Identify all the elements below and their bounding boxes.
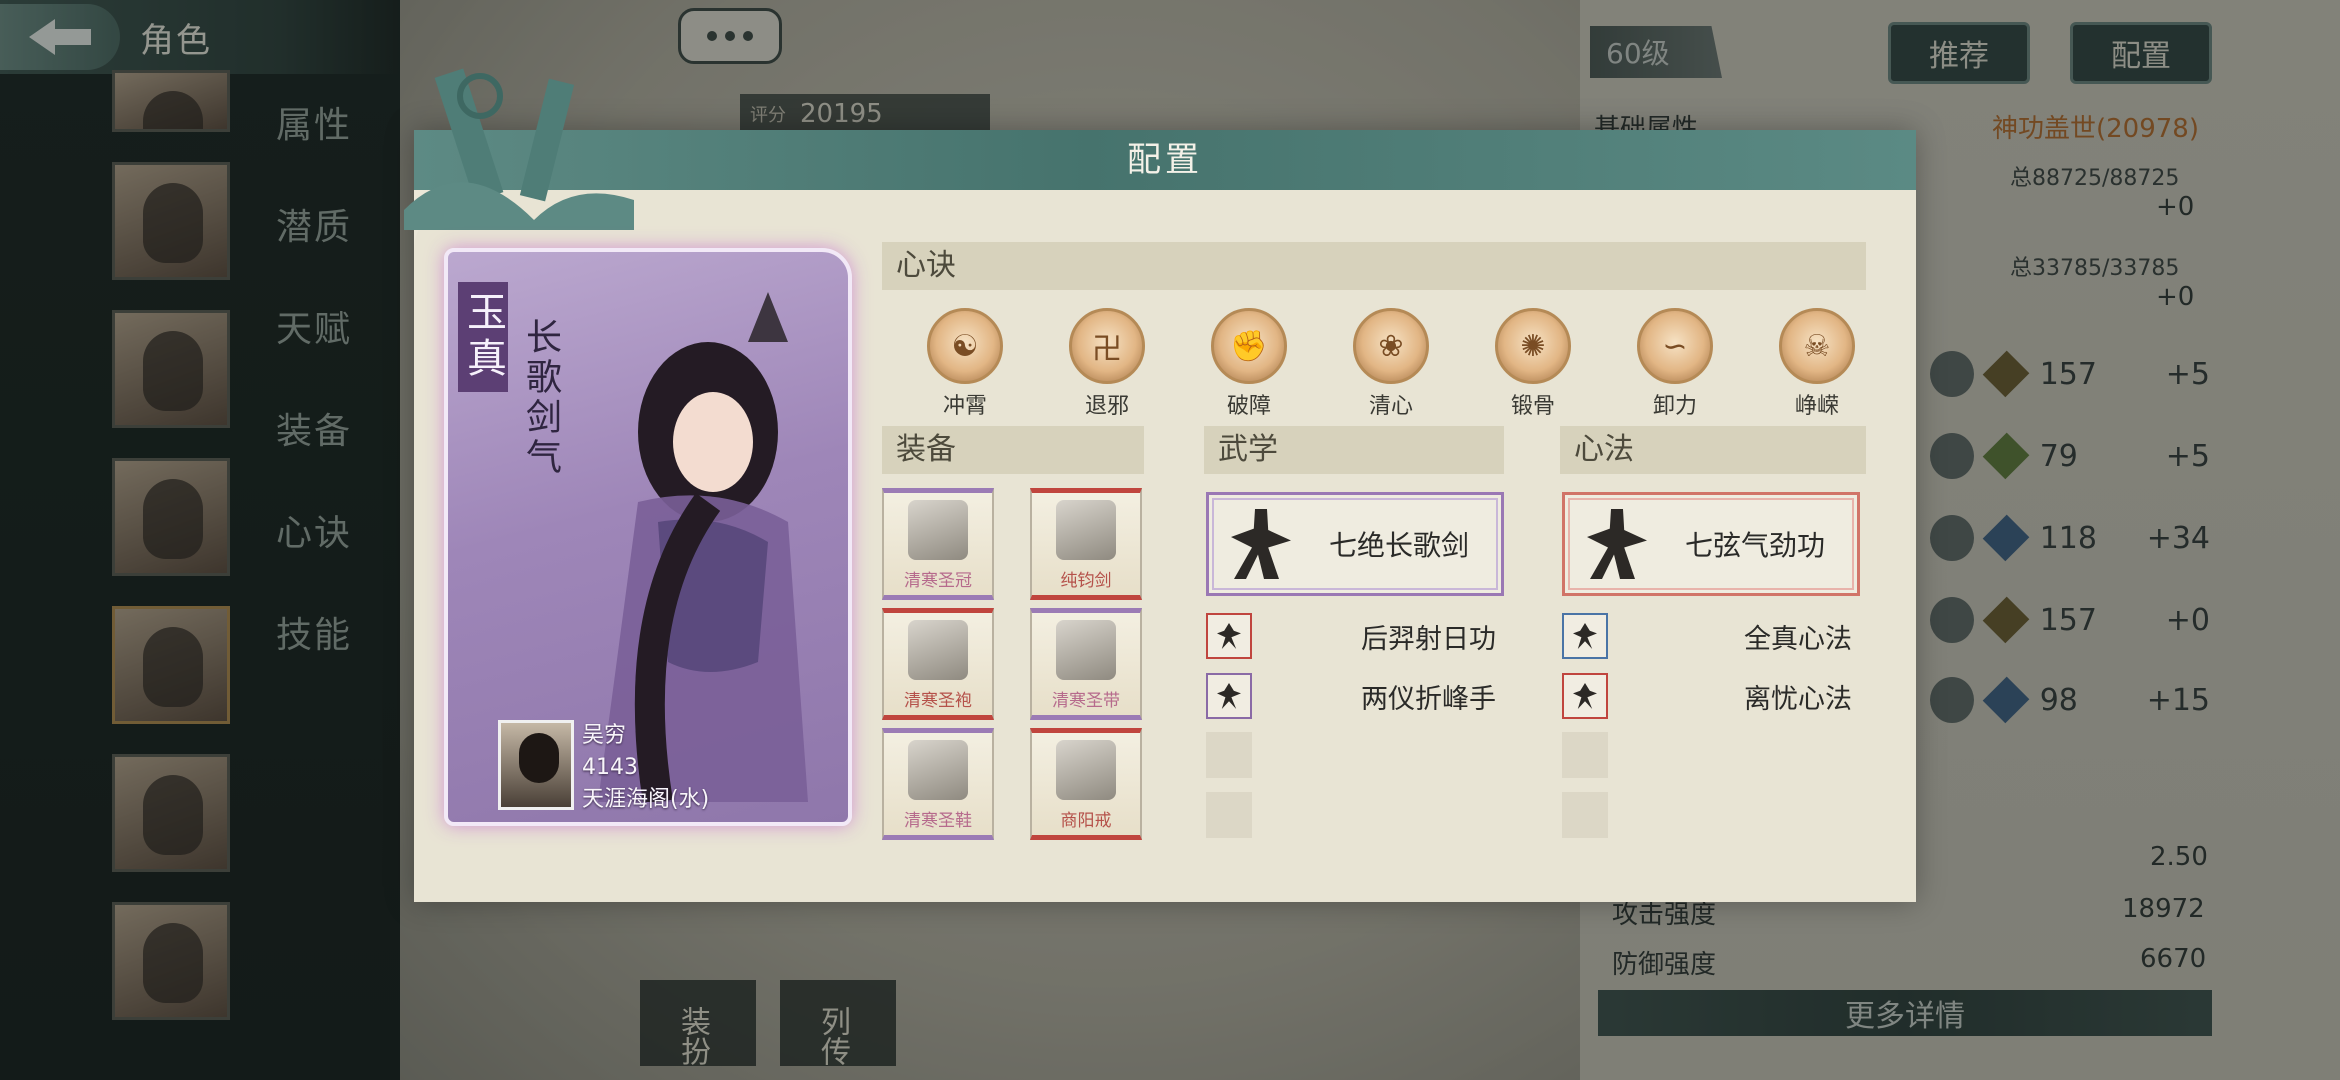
xinjue-item[interactable]: ∽ 卸力: [1604, 308, 1746, 420]
sword-ornament-icon: [404, 68, 634, 230]
equip-label: 清寒圣带: [1052, 691, 1120, 711]
xinjue-item[interactable]: ☯ 冲霄: [894, 308, 1036, 420]
owner-avatar: [498, 720, 574, 810]
skill-name: 七弦气劲功: [1685, 529, 1826, 562]
equip-label: 清寒圣冠: [904, 571, 972, 591]
companion-card[interactable]: 玉真 长歌剑气 吴穷 4143 天涯海阁(水): [444, 248, 852, 826]
skill-name: 后羿射日功: [1361, 623, 1496, 655]
xinjue-list: ☯ 冲霄 卍 退邪 ✊ 破障 ❀ 清心 ✺ 锻骨 ∽ 卸力 ☠ 峥嵘: [894, 308, 1888, 420]
config-dialog: 配置 玉真 长歌剑气 吴穷 4143 天涯海阁(水) 心诀 ☯ 冲霄 卍 退邪 …: [404, 68, 1916, 902]
equip-slot-boots[interactable]: 清寒圣鞋: [882, 728, 994, 840]
skill-name: 七绝长歌剑: [1329, 529, 1470, 562]
empty-skill-slot[interactable]: [1562, 732, 1608, 778]
equip-label: 纯钧剑: [1060, 571, 1112, 591]
equip-slot-robe[interactable]: 清寒圣袍: [882, 608, 994, 720]
xinjue-duangu-icon: ✺: [1495, 308, 1571, 384]
skill-icon: [1206, 673, 1252, 719]
companion-name: 玉真: [458, 282, 508, 392]
xinjue-label: 卸力: [1652, 394, 1697, 419]
xinjue-qingxin-icon: ❀: [1353, 308, 1429, 384]
empty-skill-slot[interactable]: [1206, 732, 1252, 778]
equip-slot-ring[interactable]: 商阳戒: [1030, 728, 1142, 840]
wuxue-main-skill[interactable]: 七绝长歌剑: [1206, 492, 1504, 596]
skill-name: 两仪折峰手: [1361, 683, 1496, 715]
owner-id: 4143: [582, 755, 638, 780]
swordsman-icon: [1231, 509, 1291, 579]
companion-skill: 长歌剑气: [520, 318, 561, 478]
wuxue-sub-skill[interactable]: 后羿射日功: [1206, 612, 1506, 660]
owner-name: 吴穷: [582, 723, 627, 748]
xinjue-item[interactable]: 卍 退邪: [1036, 308, 1178, 420]
martial-artist-icon: [1587, 509, 1647, 579]
xinjue-item[interactable]: ❀ 清心: [1320, 308, 1462, 420]
xinfa-heading: 心法: [1560, 426, 1866, 474]
equip-label: 清寒圣袍: [904, 691, 972, 711]
wuxue-sub-skill[interactable]: 两仪折峰手: [1206, 672, 1506, 720]
equip-slot-helmet[interactable]: 清寒圣冠: [882, 488, 994, 600]
xinjue-label: 破障: [1226, 394, 1271, 419]
belt-icon: [1056, 620, 1116, 680]
xinjue-xieli-icon: ∽: [1637, 308, 1713, 384]
owner-details: 吴穷 4143 天涯海阁(水): [582, 720, 709, 816]
skill-icon: [1562, 673, 1608, 719]
equip-slot-weapon[interactable]: 纯钧剑: [1030, 488, 1142, 600]
xinjue-label: 峥嵘: [1794, 394, 1839, 419]
xinjue-heading: 心诀: [882, 242, 1866, 290]
xinjue-label: 清心: [1368, 394, 1413, 419]
sword-icon: [1056, 500, 1116, 560]
xinfa-sub-skill[interactable]: 全真心法: [1562, 612, 1862, 660]
xinjue-label: 冲霄: [942, 394, 987, 419]
xinjue-label: 退邪: [1084, 394, 1129, 419]
owner-server: 天涯海阁(水): [582, 787, 710, 812]
ring-icon: [1056, 740, 1116, 800]
xinjue-label: 锻骨: [1510, 394, 1555, 419]
skill-name: 离忧心法: [1744, 683, 1852, 715]
equipment-heading: 装备: [882, 426, 1144, 474]
skill-icon: [1562, 613, 1608, 659]
equip-slot-belt[interactable]: 清寒圣带: [1030, 608, 1142, 720]
xinjue-item[interactable]: ☠ 峥嵘: [1746, 308, 1888, 420]
xinfa-main-skill[interactable]: 七弦气劲功: [1562, 492, 1860, 596]
equip-label: 商阳戒: [1060, 811, 1112, 831]
xinjue-item[interactable]: ✊ 破障: [1178, 308, 1320, 420]
boots-icon: [908, 740, 968, 800]
xinjue-tuixie-icon: 卍: [1069, 308, 1145, 384]
empty-skill-slot[interactable]: [1206, 792, 1252, 838]
xinjue-chongxiao-icon: ☯: [927, 308, 1003, 384]
xinjue-pozhang-icon: ✊: [1211, 308, 1287, 384]
helmet-icon: [908, 500, 968, 560]
equip-label: 清寒圣鞋: [904, 811, 972, 831]
robe-icon: [908, 620, 968, 680]
xinjue-item[interactable]: ✺ 锻骨: [1462, 308, 1604, 420]
skill-name: 全真心法: [1744, 623, 1852, 655]
empty-skill-slot[interactable]: [1562, 792, 1608, 838]
skill-icon: [1206, 613, 1252, 659]
xinjue-zhengrong-icon: ☠: [1779, 308, 1855, 384]
xinfa-sub-skill[interactable]: 离忧心法: [1562, 672, 1862, 720]
wuxue-heading: 武学: [1204, 426, 1504, 474]
owner-info: 吴穷 4143 天涯海阁(水): [498, 720, 709, 816]
